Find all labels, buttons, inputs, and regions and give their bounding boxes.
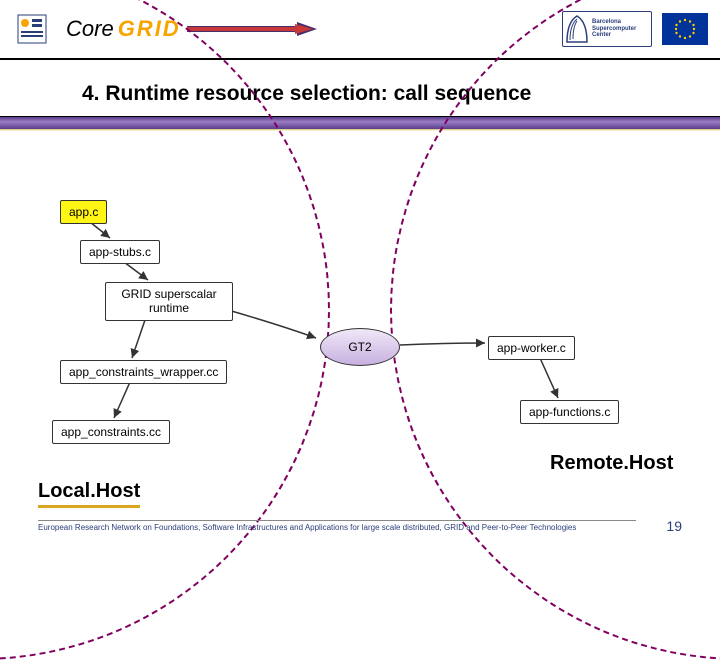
remote-host-label: Remote.Host <box>550 452 673 475</box>
box-app-c: app.c <box>60 200 107 224</box>
box-constraints-wrapper: app_constraints_wrapper.cc <box>60 360 227 384</box>
footer-text: European Research Network on Foundations… <box>38 520 636 532</box>
box-app-stubs-c: app-stubs.c <box>80 240 160 264</box>
box-app-worker: app-worker.c <box>488 336 575 360</box>
local-host-label: Local.Host <box>38 480 140 508</box>
box-constraints: app_constraints.cc <box>52 420 170 444</box>
coregrid-arrow-icon <box>187 22 317 36</box>
diagram-area: app.c app-stubs.c GRID superscalar runti… <box>0 130 720 490</box>
box-gt2: GT2 <box>320 328 400 366</box>
box-grid-runtime: GRID superscalar runtime <box>105 282 233 321</box>
footer: European Research Network on Foundations… <box>0 518 720 534</box>
box-app-functions: app-functions.c <box>520 400 619 424</box>
page-number: 19 <box>666 518 682 534</box>
